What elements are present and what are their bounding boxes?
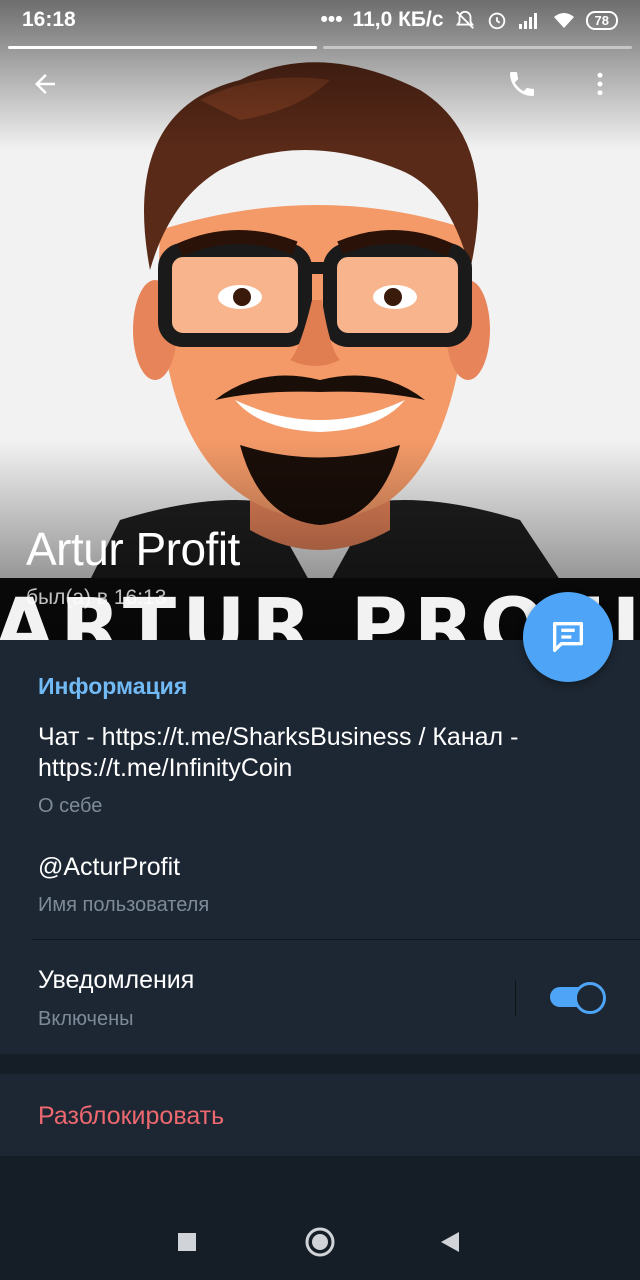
status-time: 16:18 xyxy=(22,8,76,31)
photo-progress-bars xyxy=(8,46,632,49)
circle-home-icon xyxy=(305,1227,335,1257)
toggle-knob xyxy=(574,982,606,1014)
photo-progress-bar-1 xyxy=(8,46,317,49)
bio-text-line1[interactable]: Чат - https://t.me/SharksBusiness / Кана… xyxy=(38,722,518,753)
unblock-button[interactable]: Разблокировать xyxy=(0,1074,640,1156)
username-value[interactable]: @ActurProfit xyxy=(38,852,180,883)
bio-text-line2[interactable]: https://t.me/InfinityCoin xyxy=(38,753,292,784)
dots-icon: ••• xyxy=(320,8,343,31)
last-seen-status: был(а) в 16:13 xyxy=(26,586,167,609)
back-nav-button[interactable] xyxy=(428,1222,472,1262)
signal-icon xyxy=(518,13,537,29)
battery-icon: 78 xyxy=(585,10,618,30)
notifications-title: Уведомления xyxy=(38,966,195,994)
status-bar: 16:18 ••• 11,0 КБ/с 78 xyxy=(0,0,640,40)
arrow-left-icon xyxy=(35,74,55,94)
status-icons: ••• 11,0 КБ/с 78 xyxy=(320,8,618,32)
phone-icon xyxy=(510,72,534,96)
square-icon xyxy=(178,1233,196,1251)
network-speed: 11,0 КБ/с xyxy=(352,8,444,31)
call-button[interactable] xyxy=(500,62,544,106)
recents-button[interactable] xyxy=(165,1222,209,1262)
username-label: Имя пользователя xyxy=(38,894,210,916)
back-button[interactable] xyxy=(23,62,67,106)
section-separator xyxy=(0,1054,640,1074)
profile-name: Artur Profit xyxy=(26,523,240,575)
vertical-divider xyxy=(515,980,516,1016)
send-message-button[interactable] xyxy=(523,592,613,682)
unblock-label: Разблокировать xyxy=(38,1102,225,1130)
triangle-back-icon xyxy=(441,1232,459,1252)
mute-bell-icon xyxy=(455,10,474,29)
more-vert-icon xyxy=(597,72,603,96)
notifications-toggle[interactable] xyxy=(550,982,606,1014)
notifications-state: Включены xyxy=(38,1008,134,1030)
photo-progress-bar-2 xyxy=(323,46,632,49)
bio-label: О себе xyxy=(38,795,103,817)
message-icon xyxy=(553,622,583,652)
info-section-title: Информация xyxy=(38,673,188,699)
wifi-icon xyxy=(553,13,574,28)
home-button[interactable] xyxy=(298,1222,342,1262)
more-options-button[interactable] xyxy=(578,62,622,106)
alarm-icon xyxy=(488,12,505,30)
divider xyxy=(32,939,640,940)
